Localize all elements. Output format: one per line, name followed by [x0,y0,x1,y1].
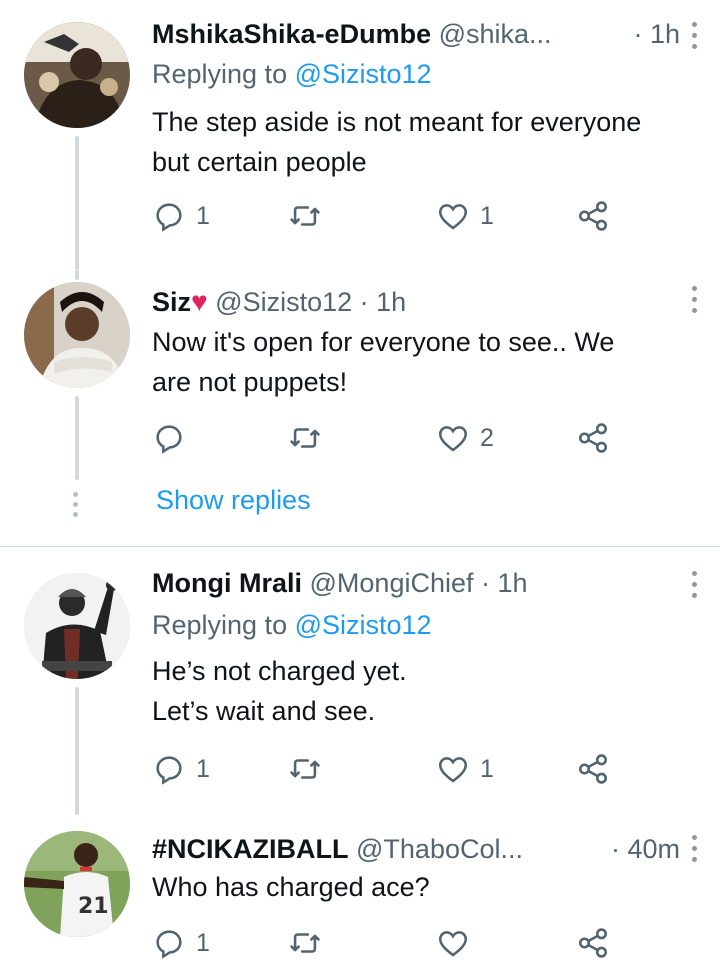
like-icon [438,204,468,230]
thread-line [75,687,79,815]
user-handle[interactable]: @Sizisto12 · 1h [215,287,406,317]
replying-to: Replying to @Sizisto12 [152,54,432,94]
mention-link[interactable]: @Sizisto12 [295,610,432,640]
like-count: 2 [480,423,494,452]
thread-line [75,396,79,480]
like-button[interactable] [436,923,470,963]
show-replies-link[interactable]: Show replies [156,480,311,520]
mention-link[interactable]: @Sizisto12 [295,59,432,89]
tweet-header: Mongi Mrali @MongiChief · 1h [152,563,680,603]
replying-prefix: Replying to [152,610,295,640]
reply-icon [156,930,182,959]
tweet-ncikaziball[interactable]: 21 #NCIKAZIBALL @ThaboCol... · 40m Who h… [0,815,720,962]
more-options-icon[interactable] [692,835,698,865]
share-button[interactable] [576,418,610,458]
display-name[interactable]: Mongi Mrali [152,568,302,598]
retweet-button[interactable] [288,418,322,458]
like-icon [438,426,468,452]
like-icon [438,931,468,957]
thread-line [75,270,79,280]
share-button[interactable] [576,749,610,789]
tweet-text: Now it's open for everyone to see.. We a… [152,327,615,397]
retweet-icon [290,759,320,779]
user-handle[interactable]: @MongiChief · 1h [310,568,528,598]
like-count: 1 [480,201,494,230]
reply-button[interactable]: 1 [152,923,210,963]
share-icon [578,754,608,784]
reply-icon [156,203,182,232]
heart-emoji: ♥ [191,286,208,317]
user-handle[interactable]: @ThaboCol... [356,834,523,864]
avatar-image [24,573,130,679]
tweet-header: MshikaShika-eDumbe @shika... · 1h [152,14,680,54]
like-button[interactable]: 1 [436,196,494,236]
display-name[interactable]: #NCIKAZIBALL [152,834,349,864]
reply-count: 1 [196,201,210,230]
action-bar: 2 [152,418,622,458]
reply-icon [156,425,182,454]
avatar-image: 21 [24,831,130,937]
thread-line [75,136,79,270]
reply-icon [156,756,182,785]
timestamp[interactable]: · 1h [633,14,680,54]
retweet-icon [290,933,320,953]
tweet-text: He’s not charged yet. Let’s wait and see… [152,656,407,726]
share-icon [578,423,608,453]
retweet-button[interactable] [288,923,322,963]
like-button[interactable]: 2 [436,418,494,458]
reply-button[interactable]: 1 [152,196,210,236]
more-options-icon[interactable] [692,22,698,52]
like-icon [438,757,468,783]
share-icon [578,201,608,231]
replying-prefix: Replying to [152,59,295,89]
user-handle[interactable]: @shika... [439,19,552,49]
tweet-text: The step aside is not meant for everyone… [152,107,642,177]
tweet-header: Siz♥ @Sizisto12 · 1h [152,282,680,322]
more-options-icon[interactable] [692,286,698,316]
avatar[interactable]: 21 [24,831,130,937]
like-count: 1 [480,754,494,783]
replying-to: Replying to @Sizisto12 [152,605,432,645]
tweet-mongi[interactable]: Mongi Mrali @MongiChief · 1h Replying to… [0,547,720,815]
timestamp[interactable]: · 40m [611,829,680,869]
avatar[interactable] [24,22,130,128]
avatar-image [24,22,130,128]
action-bar: 1 1 [152,749,622,789]
avatar[interactable] [24,282,130,388]
action-bar: 1 1 [152,196,622,236]
tweet-text: Who has charged ace? [152,872,430,902]
share-icon [578,928,608,958]
retweet-icon [290,206,320,226]
retweet-button[interactable] [288,749,322,789]
tweet-header: #NCIKAZIBALL @ThaboCol... · 40m [152,829,680,869]
thread-more-dots[interactable] [73,492,79,522]
reply-count: 1 [196,928,210,957]
avatar-image [24,282,130,388]
share-button[interactable] [576,923,610,963]
jersey-number: 21 [78,894,109,919]
retweet-icon [290,428,320,448]
avatar[interactable] [24,573,130,679]
share-button[interactable] [576,196,610,236]
retweet-button[interactable] [288,196,322,236]
like-button[interactable]: 1 [436,749,494,789]
more-options-icon[interactable] [692,571,698,601]
display-name[interactable]: MshikaShika-eDumbe [152,19,431,49]
tweet-mshikashika[interactable]: MshikaShika-eDumbe @shika... · 1h Replyi… [0,0,720,270]
reply-button[interactable]: 1 [152,749,210,789]
reply-count: 1 [196,754,210,783]
action-bar: 1 [152,923,622,963]
display-name[interactable]: Siz [152,287,191,317]
tweet-siz[interactable]: Siz♥ @Sizisto12 · 1h Now it's open for e… [0,270,720,546]
reply-button[interactable] [152,418,196,458]
